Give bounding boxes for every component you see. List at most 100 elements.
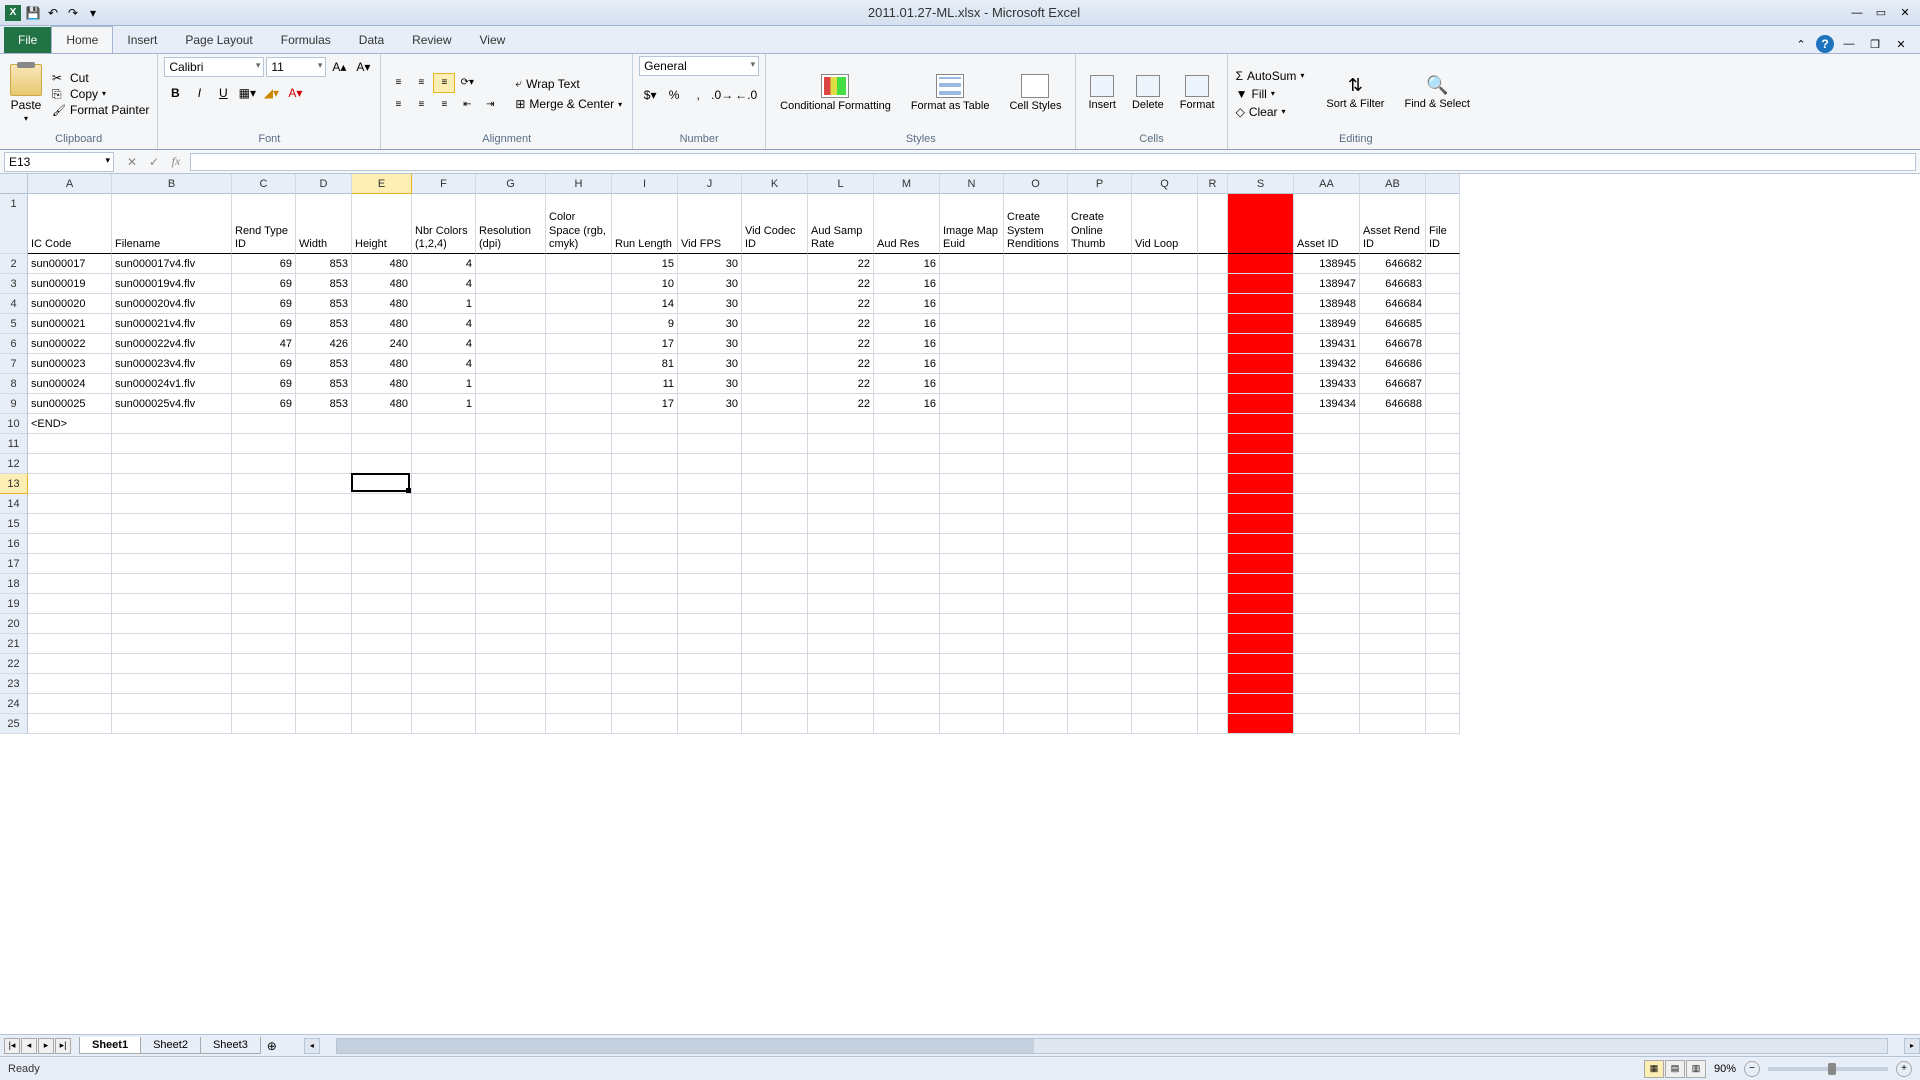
cell-AC2[interactable] [1426, 254, 1460, 274]
cell-G5[interactable] [476, 314, 546, 334]
cell-Q18[interactable] [1132, 574, 1198, 594]
cell-AB2[interactable]: 646682 [1360, 254, 1426, 274]
col-header-K[interactable]: K [742, 174, 808, 194]
header-cell-C[interactable]: Rend Type ID [232, 194, 296, 254]
cell-A24[interactable] [28, 694, 112, 714]
header-cell-S[interactable] [1228, 194, 1294, 254]
cell-I15[interactable] [612, 514, 678, 534]
cell-N23[interactable] [940, 674, 1004, 694]
zoom-slider[interactable] [1768, 1067, 1888, 1071]
row-header-2[interactable]: 2 [0, 254, 28, 274]
cell-E17[interactable] [352, 554, 412, 574]
cell-F6[interactable]: 4 [412, 334, 476, 354]
row-header-12[interactable]: 12 [0, 454, 28, 474]
cell-M6[interactable]: 16 [874, 334, 940, 354]
cell-C4[interactable]: 69 [232, 294, 296, 314]
cell-F17[interactable] [412, 554, 476, 574]
cell-K5[interactable] [742, 314, 808, 334]
cell-K19[interactable] [742, 594, 808, 614]
cell-L3[interactable]: 22 [808, 274, 874, 294]
row-header-4[interactable]: 4 [0, 294, 28, 314]
cell-G14[interactable] [476, 494, 546, 514]
cell-P17[interactable] [1068, 554, 1132, 574]
header-cell-H[interactable]: Color Space (rgb, cmyk) [546, 194, 612, 254]
col-header-Q[interactable]: Q [1132, 174, 1198, 194]
cell-F20[interactable] [412, 614, 476, 634]
row-header-3[interactable]: 3 [0, 274, 28, 294]
cell-AA16[interactable] [1294, 534, 1360, 554]
cell-AA5[interactable]: 138949 [1294, 314, 1360, 334]
cell-O5[interactable] [1004, 314, 1068, 334]
cell-N17[interactable] [940, 554, 1004, 574]
cell-H18[interactable] [546, 574, 612, 594]
cell-E15[interactable] [352, 514, 412, 534]
cell-AB13[interactable] [1360, 474, 1426, 494]
row-header-14[interactable]: 14 [0, 494, 28, 514]
cell-D16[interactable] [296, 534, 352, 554]
cell-F9[interactable]: 1 [412, 394, 476, 414]
cell-AA15[interactable] [1294, 514, 1360, 534]
cell-C7[interactable]: 69 [232, 354, 296, 374]
cell-G21[interactable] [476, 634, 546, 654]
cell-AC5[interactable] [1426, 314, 1460, 334]
cell-AC18[interactable] [1426, 574, 1460, 594]
cell-N14[interactable] [940, 494, 1004, 514]
cell-M14[interactable] [874, 494, 940, 514]
cell-S7[interactable] [1228, 354, 1294, 374]
cell-AB7[interactable]: 646686 [1360, 354, 1426, 374]
cancel-formula-icon[interactable]: ✕ [122, 153, 142, 171]
cell-AC12[interactable] [1426, 454, 1460, 474]
cell-P3[interactable] [1068, 274, 1132, 294]
cell-F18[interactable] [412, 574, 476, 594]
cell-S11[interactable] [1228, 434, 1294, 454]
cell-L2[interactable]: 22 [808, 254, 874, 274]
cell-A4[interactable]: sun000020 [28, 294, 112, 314]
header-cell-M[interactable]: Aud Res [874, 194, 940, 254]
cell-AA6[interactable]: 139431 [1294, 334, 1360, 354]
cell-L17[interactable] [808, 554, 874, 574]
cell-H17[interactable] [546, 554, 612, 574]
cell-O25[interactable] [1004, 714, 1068, 734]
select-all-corner[interactable] [0, 174, 28, 194]
cell-P24[interactable] [1068, 694, 1132, 714]
cell-AC14[interactable] [1426, 494, 1460, 514]
cell-E10[interactable] [352, 414, 412, 434]
cell-AC19[interactable] [1426, 594, 1460, 614]
cell-AA17[interactable] [1294, 554, 1360, 574]
cell-M2[interactable]: 16 [874, 254, 940, 274]
header-cell-O[interactable]: Create System Renditions [1004, 194, 1068, 254]
cell-AB3[interactable]: 646683 [1360, 274, 1426, 294]
cell-R2[interactable] [1198, 254, 1228, 274]
name-box[interactable]: E13 [4, 152, 114, 172]
cell-D18[interactable] [296, 574, 352, 594]
cell-H5[interactable] [546, 314, 612, 334]
cell-N3[interactable] [940, 274, 1004, 294]
increase-decimal-icon[interactable]: .0→ [711, 84, 733, 106]
cell-B6[interactable]: sun000022v4.flv [112, 334, 232, 354]
cell-M17[interactable] [874, 554, 940, 574]
cell-O16[interactable] [1004, 534, 1068, 554]
cell-R21[interactable] [1198, 634, 1228, 654]
cell-N19[interactable] [940, 594, 1004, 614]
cell-A11[interactable] [28, 434, 112, 454]
cell-J4[interactable]: 30 [678, 294, 742, 314]
cell-G19[interactable] [476, 594, 546, 614]
cell-G13[interactable] [476, 474, 546, 494]
cell-N11[interactable] [940, 434, 1004, 454]
cell-E13[interactable] [352, 474, 412, 494]
cell-K16[interactable] [742, 534, 808, 554]
cell-S8[interactable] [1228, 374, 1294, 394]
cell-AB15[interactable] [1360, 514, 1426, 534]
row-header-21[interactable]: 21 [0, 634, 28, 654]
cell-B5[interactable]: sun000021v4.flv [112, 314, 232, 334]
cell-N15[interactable] [940, 514, 1004, 534]
merge-center-button[interactable]: ⊞Merge & Center▾ [511, 95, 626, 113]
tab-data[interactable]: Data [345, 27, 398, 53]
cell-L7[interactable]: 22 [808, 354, 874, 374]
row-header-22[interactable]: 22 [0, 654, 28, 674]
grow-font-icon[interactable]: A▴ [328, 56, 350, 78]
sheet-nav-last-icon[interactable]: ▸| [55, 1038, 71, 1054]
cell-C17[interactable] [232, 554, 296, 574]
bold-button[interactable]: B [164, 82, 186, 104]
cell-C21[interactable] [232, 634, 296, 654]
